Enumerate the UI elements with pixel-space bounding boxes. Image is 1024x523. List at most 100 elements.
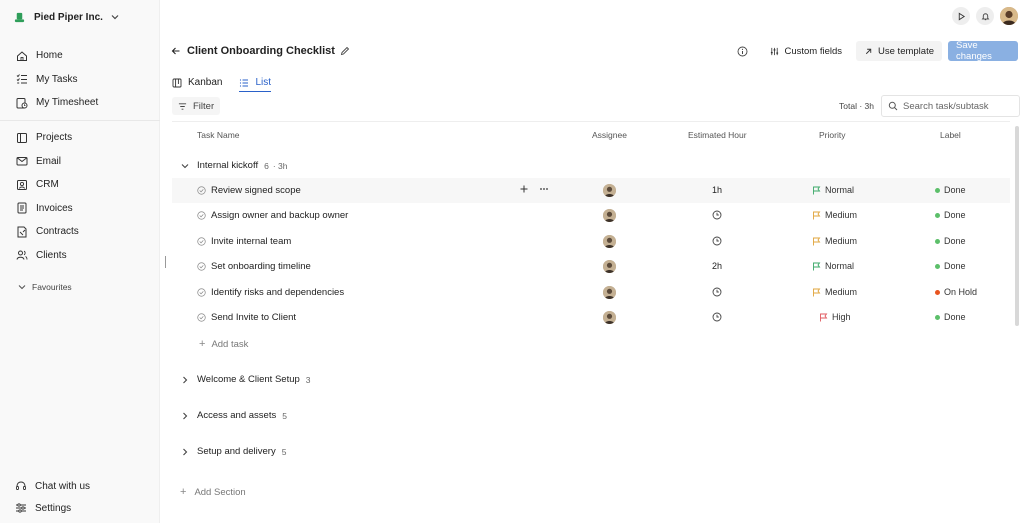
check-circle-icon[interactable] [197, 237, 206, 246]
status-label[interactable]: Done [935, 210, 966, 220]
plus-icon[interactable] [519, 184, 529, 194]
vertical-scrollbar[interactable] [1015, 126, 1019, 326]
tab-list[interactable]: List [239, 76, 272, 92]
pencil-icon[interactable] [340, 46, 350, 56]
assignee-avatar[interactable] [603, 286, 616, 299]
check-circle-icon[interactable] [197, 262, 206, 271]
status-dot [935, 263, 940, 269]
group-header[interactable]: Setup and delivery 5 [181, 446, 286, 457]
projects-icon [17, 132, 27, 143]
use-template-button[interactable]: Use template [856, 41, 942, 61]
table-row[interactable]: Identify risks and dependencies Medium O… [172, 280, 1010, 305]
play-icon [958, 12, 965, 20]
priority-cell[interactable]: Medium [812, 236, 857, 246]
save-changes-button[interactable]: Save changes [948, 40, 1018, 62]
search-input[interactable] [903, 100, 1013, 112]
contract-icon [17, 226, 27, 238]
tab-kanban[interactable]: Kanban [172, 75, 222, 91]
flag-icon [813, 237, 821, 245]
workspace-switcher[interactable]: Pied Piper Inc. [14, 9, 119, 25]
priority-cell[interactable]: Medium [812, 210, 857, 220]
status-text: Done [944, 185, 966, 195]
group-header[interactable]: Welcome & Client Setup 3 [181, 374, 311, 385]
check-circle-icon[interactable] [197, 288, 206, 297]
sidebar-item-email[interactable]: Email [0, 150, 160, 174]
clock-icon[interactable] [712, 236, 722, 246]
status-dot [935, 187, 940, 193]
priority-cell[interactable]: Normal [812, 261, 854, 271]
task-name: Invite internal team [211, 236, 292, 247]
column-header-task-name[interactable]: Task Name [197, 130, 240, 140]
check-circle-icon[interactable] [197, 313, 206, 322]
priority-label: Medium [825, 236, 858, 246]
status-dot [935, 212, 940, 218]
status-label[interactable]: On Hold [935, 287, 977, 297]
table-row[interactable]: Review signed scope 1h Normal Done [172, 178, 1010, 203]
check-circle-icon[interactable] [197, 186, 206, 195]
column-header-estimated-hour[interactable]: Estimated Hour [688, 130, 747, 140]
home-icon [17, 51, 27, 61]
sidebar-item-my-timesheet[interactable]: My Timesheet [0, 91, 160, 115]
status-text: On Hold [944, 287, 978, 297]
info-icon[interactable] [737, 46, 748, 57]
play-button[interactable] [952, 7, 970, 25]
estimated-hour[interactable]: 1h [712, 185, 722, 195]
assignee-avatar[interactable] [603, 311, 616, 324]
column-header-priority[interactable]: Priority [819, 130, 845, 140]
status-label[interactable]: Done [935, 185, 966, 195]
more-horizontal-icon[interactable] [539, 184, 549, 194]
custom-fields-label: Custom fields [784, 45, 843, 57]
assignee-avatar[interactable] [603, 209, 616, 222]
user-avatar[interactable] [1000, 7, 1018, 25]
sidebar-item-contracts[interactable]: Contracts [0, 220, 160, 244]
sidebar-resize-handle[interactable] [165, 256, 166, 268]
group-header[interactable]: Access and assets 5 [181, 410, 287, 421]
priority-cell[interactable]: Normal [812, 185, 854, 195]
group-header[interactable]: Internal kickoff 6 · 3h [181, 160, 287, 171]
status-label[interactable]: Done [935, 261, 966, 271]
clock-icon[interactable] [712, 287, 722, 297]
priority-cell[interactable]: Medium [812, 287, 857, 297]
custom-fields-button[interactable]: Custom fields [762, 41, 850, 61]
chevron-down-icon [181, 163, 189, 168]
clock-icon[interactable] [712, 312, 722, 322]
sidebar-item-settings[interactable]: Settings [0, 497, 160, 519]
priority-cell[interactable]: High [819, 312, 851, 322]
sidebar-item-label: My Timesheet [36, 97, 99, 109]
flag-icon [820, 313, 828, 321]
table-row[interactable]: Set onboarding timeline 2h Normal Done [172, 254, 1010, 279]
column-header-assignee[interactable]: Assignee [592, 130, 627, 140]
sidebar-item-my-tasks[interactable]: My Tasks [0, 68, 160, 92]
sliders-icon [771, 47, 779, 55]
add-section-button[interactable]: + Add Section [180, 486, 246, 498]
table-row[interactable]: Assign owner and backup owner Medium Don… [172, 203, 1010, 228]
favourites-toggle[interactable]: Favourites [18, 282, 72, 292]
status-text: Done [944, 210, 966, 220]
assignee-avatar[interactable] [603, 260, 616, 273]
check-circle-icon[interactable] [197, 211, 206, 220]
chat-with-us-button[interactable]: Chat with us [0, 475, 160, 497]
sidebar-item-home[interactable]: Home [0, 44, 160, 68]
back-arrow-icon[interactable] [171, 46, 181, 56]
sidebar-item-projects[interactable]: Projects [0, 126, 160, 150]
search-box[interactable] [881, 95, 1020, 117]
sidebar-item-clients[interactable]: Clients [0, 244, 160, 268]
notifications-button[interactable] [976, 7, 994, 25]
column-header-label[interactable]: Label [940, 130, 961, 140]
add-task-button[interactable]: + Add task [199, 338, 248, 350]
assignee-avatar[interactable] [603, 235, 616, 248]
tasks-icon [16, 74, 27, 84]
clock-icon[interactable] [712, 210, 722, 220]
sidebar-item-invoices[interactable]: Invoices [0, 197, 160, 221]
filter-button[interactable]: Filter [172, 97, 221, 115]
status-label[interactable]: Done [935, 236, 966, 246]
estimated-hour[interactable]: 2h [712, 261, 722, 271]
table-row[interactable]: Send Invite to Client High Done [172, 305, 1010, 330]
priority-label: High [832, 312, 851, 322]
assignee-avatar[interactable] [603, 184, 616, 197]
bell-icon [981, 12, 989, 20]
sidebar-item-crm[interactable]: CRM [0, 173, 160, 197]
status-label[interactable]: Done [935, 312, 966, 322]
table-row[interactable]: Invite internal team Medium Done [172, 229, 1010, 254]
task-name: Set onboarding timeline [211, 261, 311, 272]
